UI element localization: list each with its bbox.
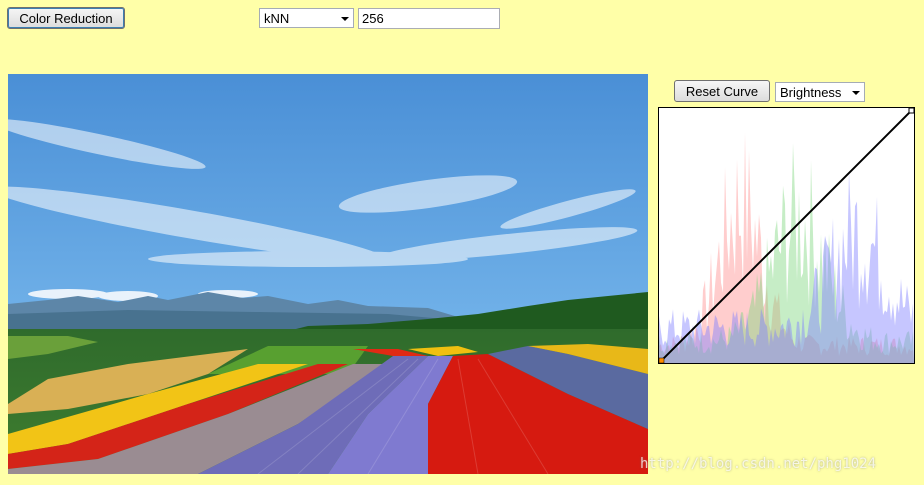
curve-control-point-start[interactable] <box>658 357 665 364</box>
histogram-b-channel <box>659 171 914 363</box>
chevron-down-icon <box>341 17 349 21</box>
algorithm-select-value: kNN <box>264 10 290 26</box>
color-histogram <box>659 132 914 363</box>
color-count-input[interactable]: 256 <box>358 8 500 29</box>
color-reduction-button[interactable]: Color Reduction <box>7 7 125 29</box>
watermark-text: http://blog.csdn.net/phg1024 <box>640 456 877 472</box>
channel-select-value: Brightness <box>780 84 842 100</box>
curve-editor[interactable] <box>658 107 915 364</box>
algorithm-select[interactable]: kNN <box>259 8 354 28</box>
curve-control-point-end[interactable] <box>908 107 915 114</box>
chevron-down-icon <box>852 91 860 95</box>
source-image <box>8 74 648 474</box>
channel-select[interactable]: Brightness <box>775 82 865 102</box>
color-count-value: 256 <box>362 11 384 26</box>
reset-curve-button[interactable]: Reset Curve <box>674 80 770 102</box>
